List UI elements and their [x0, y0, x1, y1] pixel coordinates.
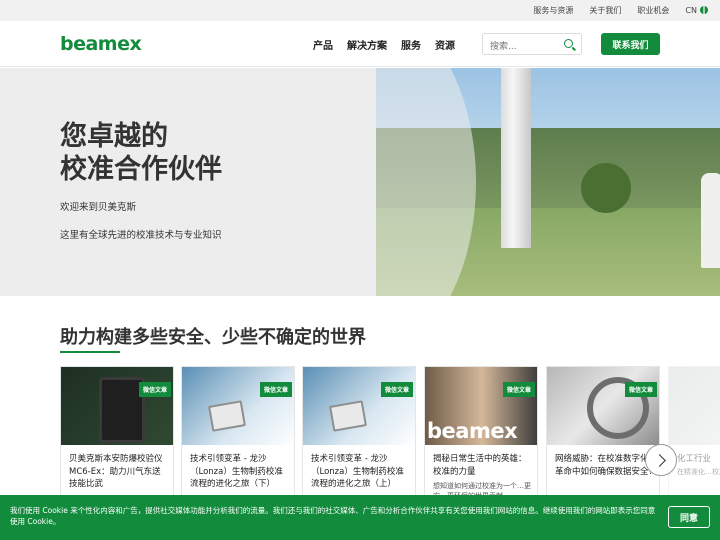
article-card[interactable]: 微信文章 技术引领变革 - 龙沙（Lonza）生物制药校准流程的进化之旅（下）	[181, 366, 295, 496]
language-selector[interactable]: CN	[685, 6, 708, 15]
hero-title: 您卓越的 校准合作伙伴	[60, 120, 222, 186]
language-label: CN	[685, 6, 697, 15]
utility-links: 服务与资源 关于我们 职业机会 CN	[533, 0, 708, 21]
hero-subtitle-tagline: 这里有全球先进的校准技术与专业知识	[60, 230, 222, 241]
chevron-right-icon	[653, 453, 666, 467]
article-card[interactable]: 微信文章 贝美克斯本安防爆校验仪MC6-Ex：助力川气东送技能比武	[60, 366, 174, 496]
article-tag: 微信文章	[624, 382, 657, 397]
article-card[interactable]: 微信文章 网络威胁：在校准数字化革命中如何确保数据安全?	[546, 366, 660, 496]
article-excerpt: 想知道如何通过校准为一个…更安…更环保的世界贡献…	[433, 482, 531, 496]
nav-item-services[interactable]: 服务	[401, 37, 421, 52]
article-excerpt: 在精准化…校准…	[677, 468, 720, 476]
hero-title-line2: 校准合作伙伴	[60, 154, 222, 185]
article-thumbnail: beamex	[425, 367, 537, 445]
article-card[interactable]: 微信文章 技术引领变革 - 龙沙（Lonza）生物制药校准流程的进化之旅（上）	[302, 366, 416, 496]
carousel-next-button[interactable]	[645, 444, 677, 476]
article-title: 技术引领变革 - 龙沙（Lonza）生物制药校准流程的进化之旅（上）	[311, 454, 404, 489]
article-tag: 微信文章	[380, 382, 413, 397]
utility-link-careers[interactable]: 职业机会	[637, 5, 669, 16]
globe-icon	[700, 6, 708, 14]
hero-title-line1: 您卓越的	[60, 121, 168, 152]
nav-item-resources[interactable]: 资源	[435, 37, 455, 52]
article-thumbnail	[669, 367, 720, 445]
article-card[interactable]: beamex 微信文章 揭秘日常生活中的英雄：校准的力量 想知道如何通过校准为一…	[424, 366, 538, 496]
hero-image-wind-turbine	[376, 68, 720, 296]
hero-banner: 您卓越的 校准合作伙伴 欢迎来到贝美克斯 这里有全球先进的校准技术与专业知识	[0, 68, 720, 296]
main-header: beamex 产品 解决方案 服务 资源 联系我们	[0, 21, 720, 67]
search-box	[482, 33, 582, 57]
nav-item-solutions[interactable]: 解决方案	[347, 37, 387, 52]
top-utility-bar: 服务与资源 关于我们 职业机会 CN	[0, 0, 720, 21]
main-nav: 产品 解决方案 服务 资源	[313, 21, 455, 67]
cookie-message: 我们使用 Cookie 来个性化内容和广告，提供社交媒体功能并分析我们的流量。我…	[10, 506, 656, 526]
utility-link-about[interactable]: 关于我们	[589, 5, 621, 16]
article-thumbnail	[182, 367, 294, 445]
article-tag: 微信文章	[502, 382, 535, 397]
section-title: 助力构建多些安全、少些不确定的世界	[60, 327, 366, 348]
contact-us-button[interactable]: 联系我们	[601, 33, 660, 55]
utility-link-services[interactable]: 服务与资源	[533, 5, 573, 16]
article-carousel: 微信文章 贝美克斯本安防爆校验仪MC6-Ex：助力川气东送技能比武 微信文章 技…	[60, 366, 720, 496]
article-thumbnail	[303, 367, 415, 445]
article-title: 化工行业	[677, 454, 712, 464]
section-title-underline	[60, 351, 120, 353]
article-title: 网络威胁：在校准数字化革命中如何确保数据安全?	[555, 454, 654, 477]
article-thumbnail	[61, 367, 173, 445]
article-tag: 微信文章	[259, 382, 292, 397]
article-tag: 微信文章	[138, 382, 171, 397]
cookie-agree-button[interactable]: 同意	[668, 506, 710, 528]
article-thumbnail	[547, 367, 659, 445]
article-title: 揭秘日常生活中的英雄：校准的力量	[433, 454, 527, 477]
article-card[interactable]: 化工行业 在精准化…校准…	[668, 366, 720, 496]
cookie-banner: 我们使用 Cookie 来个性化内容和广告，提供社交媒体功能并分析我们的流量。我…	[0, 495, 720, 540]
article-title: 技术引领变革 - 龙沙（Lonza）生物制药校准流程的进化之旅（下）	[190, 454, 283, 489]
nav-item-products[interactable]: 产品	[313, 37, 333, 52]
article-title: 贝美克斯本安防爆校验仪MC6-Ex：助力川气东送技能比武	[69, 454, 163, 489]
thumbnail-brand-text: beamex	[427, 419, 518, 443]
search-icon[interactable]	[564, 39, 573, 48]
search-input[interactable]	[483, 37, 561, 57]
beamex-logo[interactable]: beamex	[60, 33, 142, 55]
hero-subtitle-welcome: 欢迎来到贝美克斯	[60, 202, 137, 213]
